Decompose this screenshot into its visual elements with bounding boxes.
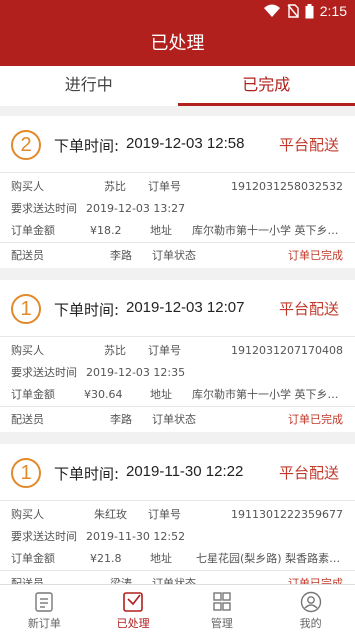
bottom-nav: 新订单 已处理 管理 我的 <box>0 584 355 634</box>
nav-label: 已处理 <box>116 617 150 630</box>
courier-label: 配送员 <box>11 249 44 262</box>
amount-value: ¥30.64 <box>84 388 123 401</box>
order-row: 订单金额 ¥30.64 地址 库尔勒市第十一小学 英下乡英... <box>0 384 355 406</box>
required-delivery-label: 要求送达时间 <box>11 530 77 543</box>
order-row: 购买人 朱红玫 订单号 1911301222359677 <box>0 504 355 526</box>
order-row: 购买人 苏比 订单号 1912031258032532 <box>0 176 355 198</box>
amount-label: 订单金额 <box>11 388 55 401</box>
order-time-value: 2019-12-03 12:07 <box>126 299 245 316</box>
order-row: 配送员 李路 订单状态 订单已完成 <box>0 406 355 432</box>
status-icons: 2:15 <box>263 2 347 20</box>
address-value: 七星花园(梨乡路) 梨香路素景... <box>196 552 344 565</box>
delivery-type-badge: 平台配送 <box>278 300 339 318</box>
no-sim-icon <box>287 4 299 18</box>
buyer-value: 朱红玫 <box>94 508 127 521</box>
courier-label: 配送员 <box>11 413 44 426</box>
order-index-badge: 1 <box>11 458 41 488</box>
order-row: 要求送达时间 2019-12-03 12:35 <box>0 362 355 384</box>
address-value: 库尔勒市第十一小学 英下乡英... <box>192 388 344 401</box>
order-card[interactable]: 1 下单时间: 2019-11-30 12:22 平台配送 购买人 朱红玫 订单… <box>0 444 355 584</box>
courier-value: 梁涛 <box>110 577 132 584</box>
grid-icon <box>213 592 231 611</box>
order-card[interactable]: 1 下单时间: 2019-12-03 12:07 平台配送 购买人 苏比 订单号… <box>0 280 355 432</box>
buyer-label: 购买人 <box>11 508 44 521</box>
order-card[interactable]: 2 下单时间: 2019-12-03 12:58 平台配送 购买人 苏比 订单号… <box>0 116 355 268</box>
address-value: 库尔勒市第十一小学 英下乡英... <box>192 224 344 237</box>
buyer-value: 苏比 <box>104 180 126 193</box>
order-no-label: 订单号 <box>148 180 181 193</box>
nav-label: 新订单 <box>27 617 61 630</box>
order-card-header: 1 下单时间: 2019-12-03 12:07 平台配送 <box>0 280 355 337</box>
nav-manage[interactable]: 管理 <box>178 585 267 634</box>
required-delivery-label: 要求送达时间 <box>11 202 77 215</box>
order-row: 要求送达时间 2019-12-03 13:27 <box>0 198 355 220</box>
order-time-value: 2019-12-03 12:58 <box>126 135 245 152</box>
amount-value: ¥21.8 <box>90 552 122 565</box>
user-icon <box>300 591 321 613</box>
status-label: 订单状态 <box>152 577 196 584</box>
order-time-label: 下单时间: <box>54 465 120 483</box>
page-title: 已处理 <box>0 22 355 66</box>
delivery-type-badge: 平台配送 <box>278 464 339 482</box>
courier-value: 李路 <box>110 413 132 426</box>
amount-label: 订单金额 <box>11 552 55 565</box>
battery-icon <box>305 3 314 18</box>
order-row: 订单金额 ¥21.8 地址 七星花园(梨乡路) 梨香路素景... <box>0 548 355 570</box>
nav-label: 我的 <box>299 617 322 630</box>
wifi-icon <box>263 4 280 17</box>
inbox-check-icon <box>123 592 143 612</box>
status-bar: 2:15 <box>0 0 355 22</box>
amount-value: ¥18.2 <box>90 224 122 237</box>
order-no-label: 订单号 <box>148 344 181 357</box>
order-no-value: 1912031207170408 <box>231 344 343 357</box>
status-time: 2:15 <box>319 3 347 19</box>
required-delivery-value: 2019-11-30 12:52 <box>86 530 186 543</box>
order-time-value: 2019-11-30 12:22 <box>126 463 244 480</box>
status-label: 订单状态 <box>152 413 196 426</box>
courier-value: 李路 <box>110 249 132 262</box>
nav-label: 管理 <box>210 617 233 630</box>
order-list[interactable]: 2 下单时间: 2019-12-03 12:58 平台配送 购买人 苏比 订单号… <box>0 116 355 584</box>
buyer-value: 苏比 <box>104 344 126 357</box>
tab-bar: 进行中 已完成 <box>0 66 355 106</box>
order-time-label: 下单时间: <box>54 137 120 155</box>
status-value: 订单已完成 <box>288 249 343 262</box>
address-label: 地址 <box>150 224 172 237</box>
tab-completed[interactable]: 已完成 <box>177 66 355 106</box>
status-value: 订单已完成 <box>288 413 343 426</box>
order-index-badge: 1 <box>11 294 41 324</box>
address-label: 地址 <box>150 552 172 565</box>
status-value: 订单已完成 <box>288 577 343 584</box>
address-label: 地址 <box>150 388 172 401</box>
buyer-label: 购买人 <box>11 180 44 193</box>
order-no-value: 1912031258032532 <box>231 180 343 193</box>
delivery-type-badge: 平台配送 <box>278 136 339 154</box>
order-index-badge: 2 <box>11 130 41 160</box>
order-card-header: 2 下单时间: 2019-12-03 12:58 平台配送 <box>0 116 355 173</box>
required-delivery-value: 2019-12-03 12:35 <box>86 366 186 379</box>
order-time-label: 下单时间: <box>54 301 120 319</box>
order-row: 订单金额 ¥18.2 地址 库尔勒市第十一小学 英下乡英... <box>0 220 355 242</box>
courier-label: 配送员 <box>11 577 44 584</box>
required-delivery-label: 要求送达时间 <box>11 366 77 379</box>
nav-mine[interactable]: 我的 <box>266 585 355 634</box>
order-row: 配送员 梁涛 订单状态 订单已完成 <box>0 570 355 584</box>
status-label: 订单状态 <box>152 249 196 262</box>
buyer-label: 购买人 <box>11 344 44 357</box>
required-delivery-value: 2019-12-03 13:27 <box>86 202 186 215</box>
order-row: 要求送达时间 2019-11-30 12:52 <box>0 526 355 548</box>
order-card-header: 1 下单时间: 2019-11-30 12:22 平台配送 <box>0 444 355 501</box>
order-no-value: 1911301222359677 <box>231 508 343 521</box>
nav-processed[interactable]: 已处理 <box>89 585 178 634</box>
order-row: 配送员 李路 订单状态 订单已完成 <box>0 242 355 268</box>
nav-new-orders[interactable]: 新订单 <box>0 585 89 634</box>
order-row: 购买人 苏比 订单号 1912031207170408 <box>0 340 355 362</box>
tab-in-progress[interactable]: 进行中 <box>0 66 178 106</box>
list-icon <box>35 592 54 612</box>
order-no-label: 订单号 <box>148 508 181 521</box>
amount-label: 订单金额 <box>11 224 55 237</box>
